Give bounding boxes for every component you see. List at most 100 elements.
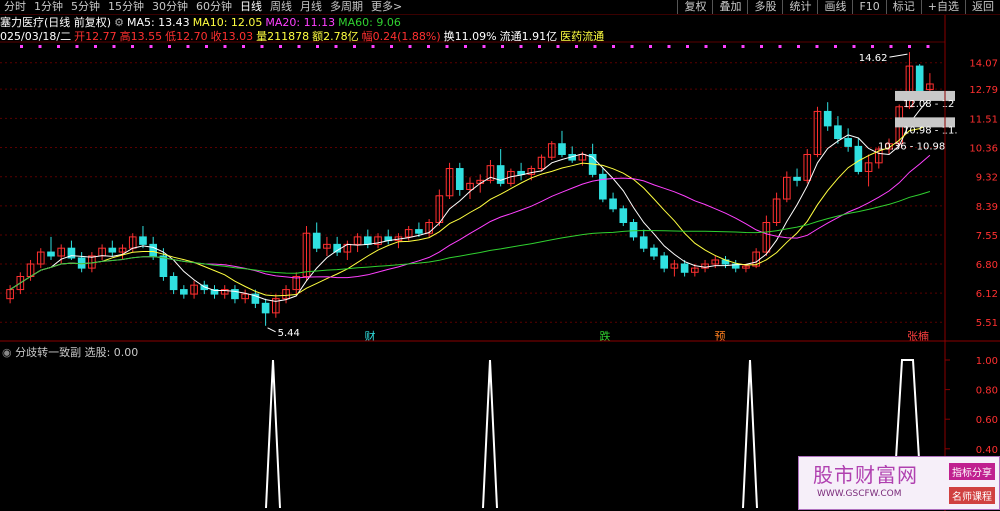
top-marker-40	[760, 45, 763, 48]
candle-body-17[interactable]	[180, 289, 188, 295]
candle-body-58[interactable]	[599, 173, 607, 200]
top-marker-8	[168, 45, 171, 48]
top-marker-11	[223, 45, 227, 48]
top-marker-28	[538, 45, 541, 48]
top-marker-4	[94, 45, 97, 48]
toolbar-button-4[interactable]: 画线	[817, 0, 852, 14]
candle-body-15[interactable]	[159, 255, 168, 277]
period-tab-8[interactable]: 月线	[296, 0, 326, 14]
candle-body-81[interactable]	[834, 125, 842, 140]
high-label: 14.62	[859, 53, 888, 64]
candle-body-63[interactable]	[650, 247, 658, 257]
quote-sector: 医药流通	[560, 30, 605, 43]
quote-low: 低12.70	[165, 30, 208, 43]
toolbar-button-2[interactable]: 多股	[747, 0, 782, 14]
period-tab-2[interactable]: 5分钟	[67, 0, 104, 14]
candle-body-61[interactable]	[629, 222, 638, 238]
candle-body-80[interactable]	[823, 110, 832, 127]
candlesticks[interactable]	[6, 52, 934, 326]
candle-body-40[interactable]	[415, 229, 423, 234]
candle-body-83[interactable]	[854, 145, 863, 172]
toolbar-button-7[interactable]: +自选	[920, 0, 965, 14]
top-marker-38	[723, 45, 726, 48]
sub-tick-3: 0.40	[976, 445, 998, 456]
candle-body-25[interactable]	[261, 302, 270, 314]
price-tick-5: 8.39	[976, 202, 998, 213]
candle-body-4[interactable]	[47, 251, 55, 257]
top-marker-12	[242, 45, 245, 48]
top-marker-44	[834, 45, 837, 48]
candle-body-14[interactable]	[149, 243, 158, 257]
sub-tick-1: 0.80	[976, 386, 998, 397]
top-marker-14	[279, 45, 282, 48]
sub-chart-title-text: 分歧转一致副 选股: 0.00	[15, 346, 139, 359]
price-tick-1: 12.79	[969, 85, 998, 96]
top-marker-21	[408, 45, 412, 48]
candle-body-50[interactable]	[517, 170, 525, 175]
period-tab-10[interactable]: 更多>	[367, 0, 406, 14]
main-chart-canvas[interactable]: 14.62 5.44 12.08 - 12 10.98 - 11. 10.36 - 10…	[0, 0, 1000, 511]
top-marker-37	[704, 45, 708, 48]
toolbar-button-6[interactable]: 标记	[885, 0, 921, 14]
candle-body-64[interactable]	[660, 255, 668, 269]
sub-tick-2: 0.60	[976, 415, 998, 426]
period-tab-3[interactable]: 15分钟	[104, 0, 148, 14]
candle-body-10[interactable]	[108, 247, 117, 253]
candle-body-13[interactable]	[139, 236, 147, 245]
period-tab-1[interactable]: 1分钟	[30, 0, 67, 14]
ma20-line	[9, 154, 931, 291]
price-grid	[0, 41, 945, 323]
top-marker-35	[667, 45, 671, 48]
period-tab-0[interactable]: 分时	[0, 0, 30, 14]
candle-body-16[interactable]	[169, 275, 178, 291]
ma10-line	[9, 123, 931, 297]
candle-body-82[interactable]	[844, 138, 852, 147]
candle-body-30[interactable]	[312, 232, 321, 249]
settings-icon[interactable]: ⚙	[114, 16, 124, 29]
toolbar-button-1[interactable]: 叠加	[712, 0, 747, 14]
quote-float: 流通1.91亿	[499, 30, 558, 43]
quote-close: 收13.03	[210, 30, 254, 43]
quote-turnover: 换11.09%	[443, 30, 497, 43]
quote-open: 开12.77	[74, 30, 117, 43]
period-tab-4[interactable]: 30分钟	[148, 0, 192, 14]
price-box-label-0: 12.08 - 12	[903, 99, 954, 110]
top-marker-46	[871, 45, 874, 48]
sub-tick-0: 1.00	[976, 356, 998, 367]
candle-body-35[interactable]	[363, 236, 372, 245]
toolbar-button-8[interactable]: 返回	[965, 0, 1000, 14]
ma-info-line: 塞力医疗(日线 前复权) ⚙ MA5: 13.43 MA10: 12.05 MA…	[0, 15, 404, 30]
top-marker-27	[519, 45, 523, 48]
candle-body-44[interactable]	[455, 168, 464, 191]
period-tab-7[interactable]: 周线	[266, 0, 296, 14]
candle-body-77[interactable]	[793, 176, 801, 181]
candle-body-62[interactable]	[639, 236, 648, 249]
watermark-url: WWW.GSCFW.COM	[817, 489, 902, 499]
top-marker-32	[612, 45, 615, 48]
toolbar-right-buttons: 复权 叠加 多股 统计 画线 F10 标记 +自选 返回	[677, 0, 1000, 14]
candle-body-66[interactable]	[680, 263, 689, 273]
candle-body-54[interactable]	[558, 143, 566, 155]
period-tab-6[interactable]: 日线	[236, 0, 266, 14]
candle-body-89[interactable]	[915, 65, 924, 94]
top-marker-43	[815, 45, 819, 48]
candle-body-60[interactable]	[619, 208, 628, 224]
toolbar-button-5[interactable]: F10	[852, 0, 885, 14]
quote-high: 高13.55	[119, 30, 163, 43]
toolbar-button-3[interactable]: 统计	[782, 0, 817, 14]
signal-spike-2	[742, 359, 758, 509]
top-marker-49	[926, 45, 930, 48]
top-marker-47	[889, 45, 893, 48]
candle-body-59[interactable]	[609, 198, 617, 210]
indicator-icon[interactable]: ◉	[2, 346, 12, 359]
watermark-title: 股市财富网	[813, 463, 918, 487]
toolbar-button-0[interactable]: 复权	[677, 0, 712, 14]
price-tick-0: 14.07	[969, 59, 998, 70]
candle-body-7[interactable]	[77, 257, 86, 269]
top-marker-15	[297, 45, 301, 48]
period-tab-5[interactable]: 60分钟	[192, 0, 236, 14]
low-label: 5.44	[278, 328, 300, 339]
period-tab-9[interactable]: 多周期	[326, 0, 367, 14]
top-marker-6	[131, 45, 134, 48]
top-marker-18	[353, 45, 356, 48]
